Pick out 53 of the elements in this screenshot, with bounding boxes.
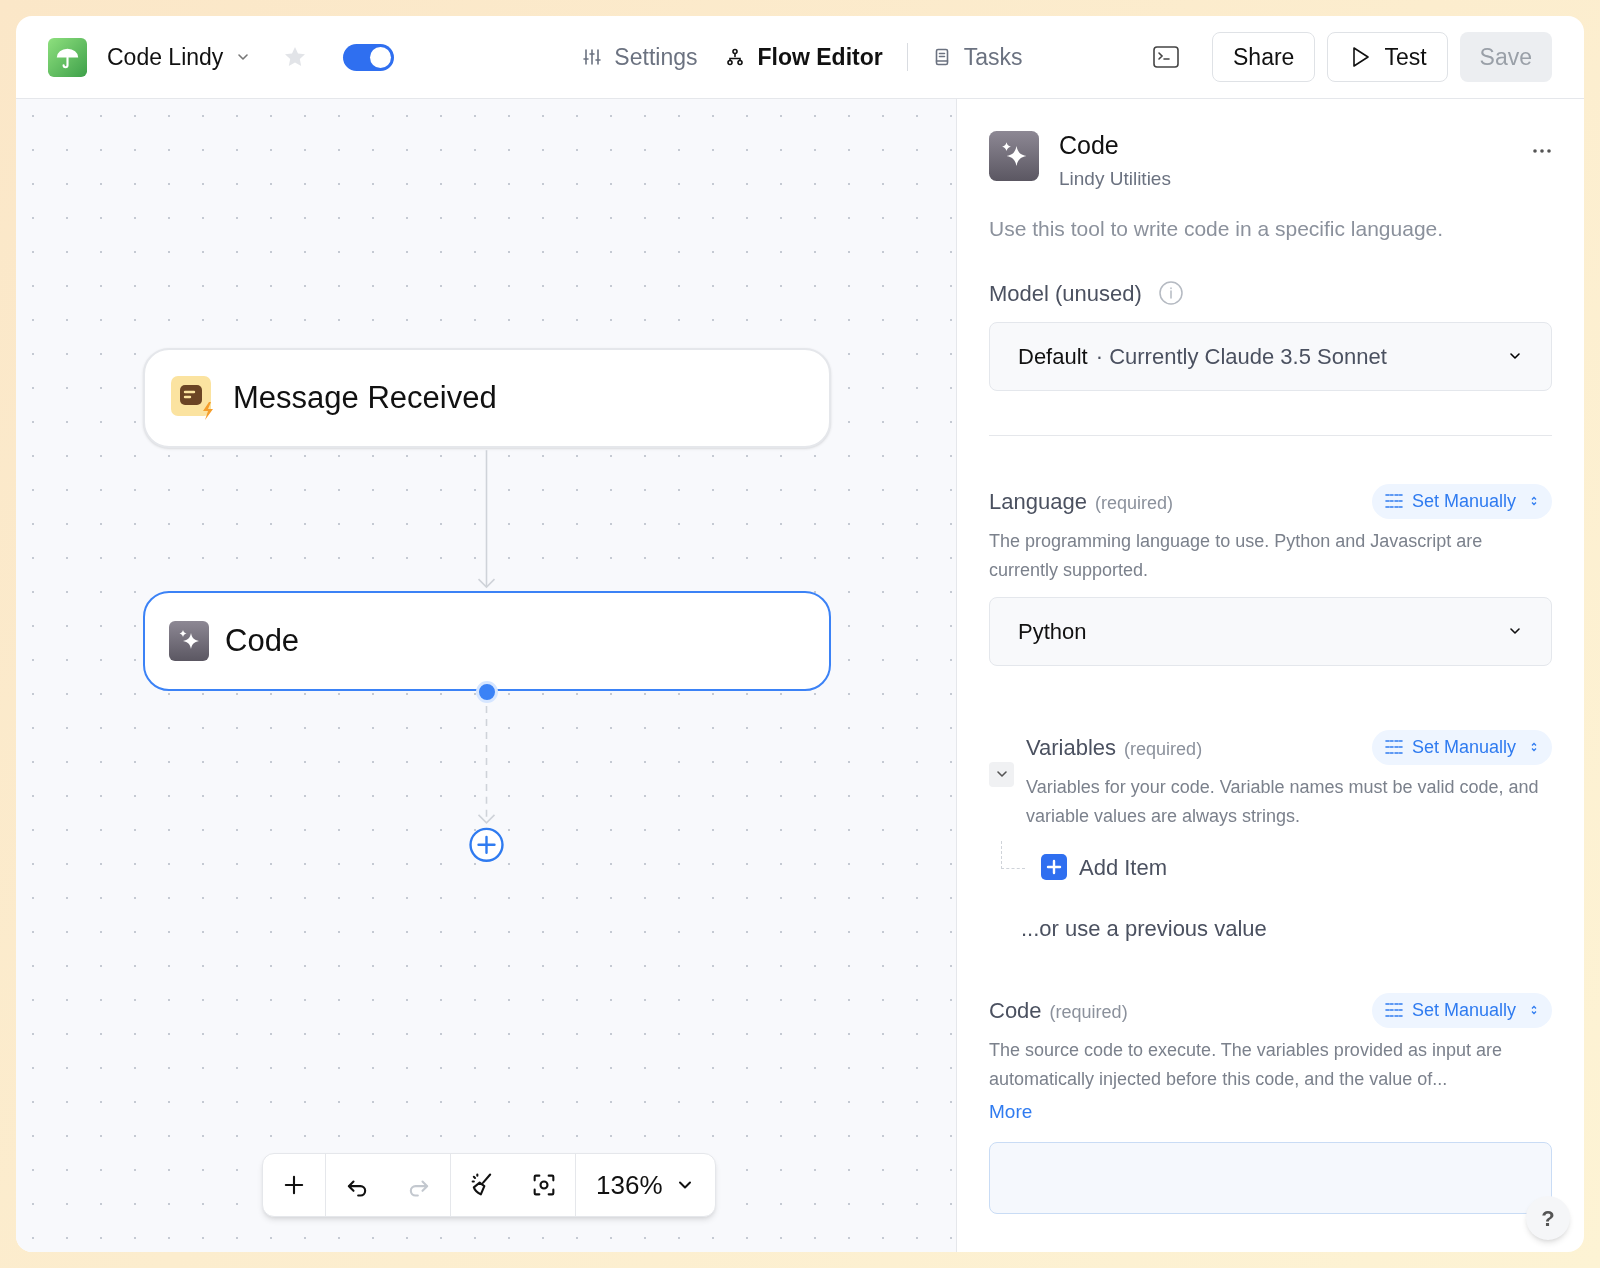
field-label: Code <box>989 996 1042 1025</box>
help-button[interactable]: ? <box>1526 1196 1570 1240</box>
tree-connector-line <box>1001 841 1025 869</box>
more-icon[interactable] <box>1532 147 1552 155</box>
toggle-switch[interactable] <box>343 43 395 71</box>
star-icon[interactable] <box>283 45 308 69</box>
tool-description: Use this tool to write code in a specific language. <box>989 216 1445 242</box>
nav-tab[interactable]: Tasks <box>931 39 1023 75</box>
node-title: Message Received <box>233 378 497 417</box>
list-icon <box>1383 491 1404 511</box>
set-manually-dropdown[interactable]: Set Manually <box>1371 729 1552 765</box>
field-description: The programming language to use. Python and Javascript are currently supported. <box>989 529 1484 582</box>
set-manually-dropdown[interactable]: Set Manually <box>1371 483 1552 519</box>
add-item-button[interactable]: Add Item <box>1041 850 1168 884</box>
add-step-icon[interactable] <box>469 827 504 862</box>
more-link[interactable]: More <box>989 1097 1033 1126</box>
required-note: (required) <box>1094 491 1173 515</box>
plus-square-icon <box>1041 854 1067 880</box>
required-note: (required) <box>1124 737 1203 761</box>
zoom-dropdown[interactable]: 136% <box>576 1154 715 1216</box>
nav-tab[interactable]: Flow Editor <box>725 39 883 75</box>
umbrella-logo-icon <box>48 37 87 77</box>
language-select[interactable]: Python <box>989 596 1552 666</box>
terminal-button[interactable] <box>1152 43 1180 71</box>
list-icon <box>1383 737 1404 757</box>
sparkle-tile-icon <box>989 131 1039 181</box>
field-description: The source code to execute. The variables provided as input are automatically injected before this code, and the value of... <box>989 1038 1503 1091</box>
sparkle-tile-icon <box>169 621 209 661</box>
header-button[interactable]: Test <box>1327 32 1448 82</box>
field-label: Language <box>989 487 1087 516</box>
model-value: Default <box>1018 342 1088 371</box>
model-select[interactable]: Default · Currently Claude 3.5 Sonnet <box>989 321 1552 391</box>
flow-icon <box>725 47 746 67</box>
field-description: Variables for your code. Variable names must be valid code, and variable values are always strings. <box>1026 775 1540 828</box>
panel-title: Code <box>1059 130 1120 161</box>
model-detail: · Currently Claude 3.5 Sonnet <box>1095 342 1387 371</box>
panel-subtitle: Lindy Utilities <box>1059 166 1171 191</box>
set-manually-dropdown[interactable]: Set Manually <box>1371 992 1552 1028</box>
node-title: Code <box>225 621 300 660</box>
previous-value-link[interactable]: ...or use a previous value <box>1021 911 1267 945</box>
sliders-icon <box>582 47 603 67</box>
required-note: (required) <box>1049 1000 1128 1024</box>
list-icon <box>1383 1000 1404 1020</box>
header-button[interactable]: Share <box>1212 32 1316 82</box>
field-label: Variables <box>1026 733 1117 762</box>
agent-name-dropdown[interactable]: Code Lindy <box>107 39 252 75</box>
collapse-toggle[interactable] <box>989 761 1014 787</box>
terminal-icon <box>1152 43 1180 71</box>
flow-node[interactable]: Message Received <box>143 348 831 448</box>
flow-node[interactable]: Code <box>143 591 831 691</box>
field-label: Model (unused) <box>989 279 1142 308</box>
nav-tab[interactable]: Settings <box>582 39 698 75</box>
output-handle[interactable] <box>476 681 498 703</box>
